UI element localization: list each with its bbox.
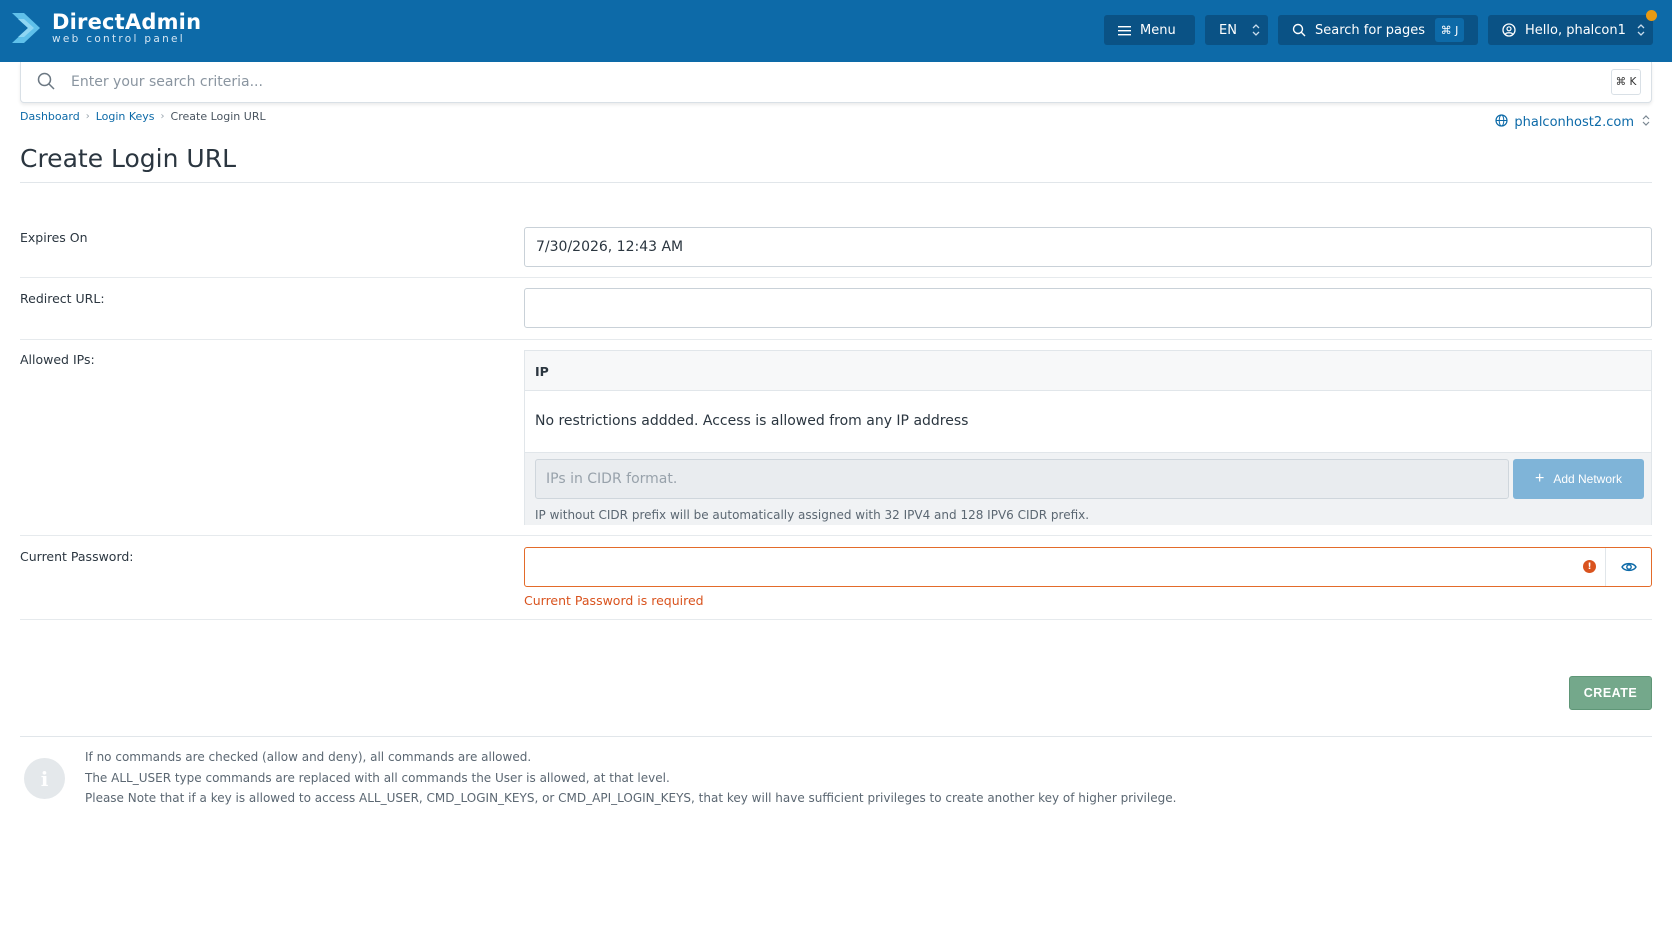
- current-password-input[interactable]: [525, 548, 1605, 586]
- chevron-updown-icon: [1642, 114, 1650, 131]
- create-button[interactable]: CREATE: [1569, 676, 1652, 710]
- password-field: !: [524, 547, 1652, 587]
- show-password-button[interactable]: [1605, 548, 1651, 586]
- note-line: Please Note that if a key is allowed to …: [85, 791, 1177, 805]
- error-icon: !: [1583, 560, 1596, 573]
- redirect-url-input[interactable]: [524, 288, 1652, 328]
- globe-icon: [1495, 114, 1508, 131]
- ip-column-header: IP: [525, 351, 1651, 391]
- brand-subtitle: web control panel: [52, 33, 186, 45]
- eye-icon: [1620, 562, 1637, 572]
- add-network-label: Add Network: [1553, 472, 1623, 486]
- shortcut-badge: ⌘ K: [1611, 69, 1641, 95]
- info-notes: i If no commands are checked (allow and …: [20, 736, 1652, 805]
- current-password-label: Current Password:: [20, 549, 134, 564]
- allowed-ips-label: Allowed IPs:: [20, 352, 95, 367]
- shortcut-badge: ⌘ J: [1435, 18, 1464, 42]
- breadcrumb-dashboard[interactable]: Dashboard: [20, 110, 80, 123]
- breadcrumb: Dashboard › Login Keys › Create Login UR…: [20, 110, 266, 123]
- global-search-input[interactable]: [71, 70, 1521, 94]
- note-line: The ALL_USER type commands are replaced …: [85, 771, 670, 785]
- language-label: EN: [1219, 22, 1237, 38]
- add-ip-section: + Add Network IP without CIDR prefix wil…: [525, 452, 1651, 525]
- divider: [20, 182, 1652, 183]
- divider: [20, 277, 1652, 278]
- language-selector[interactable]: EN: [1205, 15, 1268, 45]
- note-line: If no commands are checked (allow and de…: [85, 750, 532, 764]
- chevron-updown-icon: [1252, 23, 1260, 41]
- hamburger-icon: [1118, 25, 1131, 36]
- breadcrumb-login-keys[interactable]: Login Keys: [96, 110, 155, 123]
- password-error-message: Current Password is required: [524, 593, 704, 608]
- search-pages-button[interactable]: Search for pages ⌘ J: [1278, 15, 1478, 45]
- chevron-updown-icon: [1637, 23, 1645, 41]
- ip-empty-message: No restrictions addded. Access is allowe…: [535, 413, 969, 429]
- directadmin-logo[interactable]: DirectAdmin web control panel: [10, 9, 201, 47]
- plus-icon: +: [1534, 470, 1545, 487]
- chevron-right-icon: ›: [85, 111, 90, 122]
- menu-label: Menu: [1140, 22, 1176, 38]
- top-navbar: DirectAdmin web control panel Menu EN Se…: [0, 0, 1672, 62]
- domain-selector[interactable]: phalconhost2.com: [1495, 114, 1650, 131]
- allowed-ips-table: IP No restrictions addded. Access is all…: [524, 350, 1652, 525]
- user-greeting: Hello, phalcon1: [1525, 22, 1626, 38]
- brand-title: DirectAdmin: [52, 10, 202, 34]
- search-icon: [1292, 23, 1306, 37]
- user-circle-icon: [1502, 23, 1516, 37]
- chevron-right-icon: ›: [160, 111, 165, 122]
- user-menu-button[interactable]: Hello, phalcon1: [1488, 15, 1653, 45]
- menu-button[interactable]: Menu: [1104, 15, 1195, 45]
- global-search-bar: ⌘ K: [20, 62, 1652, 103]
- expires-on-input[interactable]: [524, 227, 1652, 267]
- cidr-hint: IP without CIDR prefix will be automatic…: [535, 508, 1090, 522]
- breadcrumb-current: Create Login URL: [170, 110, 266, 123]
- search-icon: [37, 72, 55, 94]
- notification-dot[interactable]: [1646, 10, 1657, 21]
- domain-label: phalconhost2.com: [1514, 115, 1634, 130]
- search-pages-label: Search for pages: [1315, 22, 1426, 38]
- page-title: Create Login URL: [20, 144, 237, 173]
- redirect-url-label: Redirect URL:: [20, 291, 105, 306]
- divider: [20, 339, 1652, 340]
- cidr-ip-input[interactable]: [535, 459, 1509, 499]
- logo-chevron-icon: [12, 13, 40, 43]
- expires-label: Expires On: [20, 230, 88, 245]
- divider: [20, 535, 1652, 536]
- info-icon: i: [24, 758, 65, 799]
- add-network-button[interactable]: + Add Network: [1513, 459, 1644, 499]
- divider: [20, 619, 1652, 620]
